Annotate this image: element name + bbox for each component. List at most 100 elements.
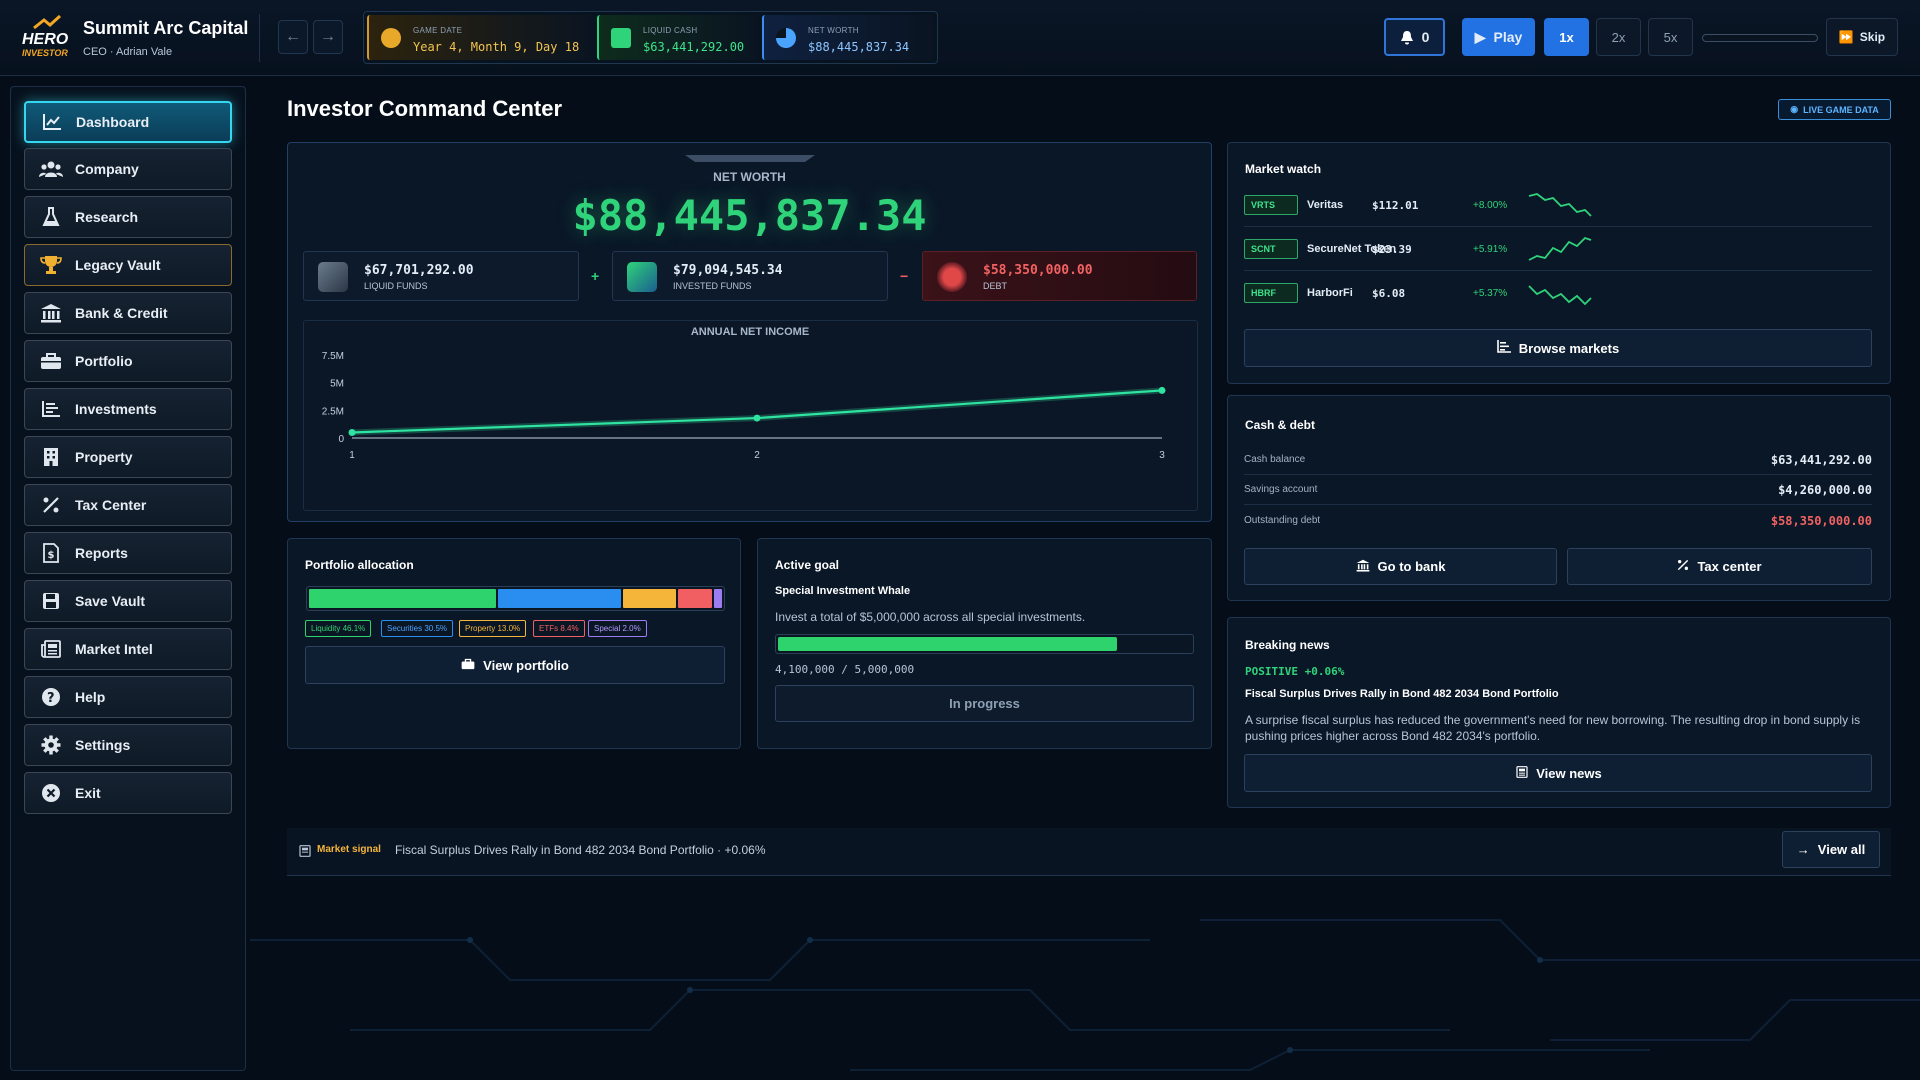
sidebar-item-property[interactable]: Property xyxy=(24,436,232,478)
trophy-icon xyxy=(39,253,63,277)
tax-center-button[interactable]: Tax center xyxy=(1567,548,1872,585)
notifications-button[interactable]: 0 xyxy=(1384,18,1445,56)
allocation-segment xyxy=(623,589,676,608)
income-point xyxy=(1158,386,1166,394)
liquid-funds-value: $67,701,292.00 xyxy=(364,263,474,278)
news-tag: POSITIVE +0.06% xyxy=(1245,665,1345,678)
portfolio-allocation-panel: Portfolio allocation Liquidity 46.1% Sec… xyxy=(287,538,741,749)
eye-icon: ◉ xyxy=(1790,104,1799,114)
goal-progress-text: 4,100,000 / 5,000,000 xyxy=(775,663,915,676)
tax-center-label: Tax center xyxy=(1697,559,1762,574)
speed-1x-button[interactable]: 1x xyxy=(1544,18,1589,56)
sparkline xyxy=(1528,193,1592,217)
market-row[interactable]: SCNT SecureNet Token $23.39 +5.91% xyxy=(1244,227,1872,271)
sidebar-item-company[interactable]: Company xyxy=(24,148,232,190)
y-tick-label: 7.5M xyxy=(322,351,344,362)
sidebar-item-help[interactable]: ? Help xyxy=(24,676,232,718)
market-row[interactable]: VRTS Veritas $112.01 +8.00% xyxy=(1244,183,1872,227)
sidebar-item-reports[interactable]: $ Reports xyxy=(24,532,232,574)
sidebar-item-dashboard[interactable]: Dashboard xyxy=(24,101,232,143)
go-to-bank-button[interactable]: Go to bank xyxy=(1244,548,1557,585)
play-icon: ▶ xyxy=(1474,28,1486,45)
fast-forward-icon: ⏩ xyxy=(1838,30,1854,44)
live-data-badge: ◉ LIVE GAME DATA xyxy=(1778,99,1891,120)
sidebar-item-label: Property xyxy=(75,449,133,465)
ticker-badge: HBRF xyxy=(1244,283,1298,303)
view-portfolio-button[interactable]: View portfolio xyxy=(305,646,725,684)
forward-button[interactable]: → xyxy=(313,20,343,54)
sparkline xyxy=(1528,285,1592,306)
sidebar-item-save-vault[interactable]: Save Vault xyxy=(24,580,232,622)
debt-row-value: $58,350,000.00 xyxy=(1770,514,1872,528)
liquid-funds-card: $67,701,292.00 LIQUID FUNDS xyxy=(303,251,579,301)
wallet-icon xyxy=(611,28,631,48)
savings-value: $4,260,000.00 xyxy=(1778,483,1872,497)
speed-2x-button[interactable]: 2x xyxy=(1596,18,1641,56)
dollar-file-icon: $ xyxy=(39,541,63,565)
pie-icon xyxy=(776,28,796,48)
panel-notch xyxy=(685,155,815,162)
stock-name: Veritas xyxy=(1307,199,1344,211)
skip-button[interactable]: ⏩ Skip xyxy=(1826,18,1898,56)
close-icon xyxy=(39,781,63,805)
stock-change: +5.37% xyxy=(1473,288,1508,299)
market-row[interactable]: HBRF HarborFi $6.08 +5.37% xyxy=(1244,271,1872,315)
sidebar-item-investments[interactable]: Investments xyxy=(24,388,232,430)
browse-markets-label: Browse markets xyxy=(1518,340,1620,356)
arrow-right-icon: → xyxy=(1796,842,1810,857)
news-title: Breaking news xyxy=(1245,638,1330,652)
sidebar-item-bank-credit[interactable]: Bank & Credit xyxy=(24,292,232,334)
x-tick-label: 3 xyxy=(1159,450,1165,461)
browse-markets-button[interactable]: Browse markets xyxy=(1244,329,1872,367)
market-signal-text: Fiscal Surplus Drives Rally in Bond 482 … xyxy=(395,843,766,857)
play-button[interactable]: ▶ Play xyxy=(1462,18,1535,56)
sidebar-item-market-intel[interactable]: Market Intel xyxy=(24,628,232,670)
sidebar-item-exit[interactable]: Exit xyxy=(24,772,232,814)
invested-funds-value: $79,094,545.34 xyxy=(673,263,783,278)
sidebar-item-tax-center[interactable]: Tax Center xyxy=(24,484,232,526)
sidebar-item-label: Bank & Credit xyxy=(75,305,168,321)
sidebar-item-label: Legacy Vault xyxy=(75,257,161,273)
percent-icon xyxy=(39,493,63,517)
stock-change: +8.00% xyxy=(1473,200,1508,211)
goal-name: Special Investment Whale xyxy=(775,585,911,597)
net-worth-label: NET WORTH xyxy=(808,26,859,35)
news-body: A surprise fiscal surplus has reduced th… xyxy=(1245,713,1861,743)
income-chart-card: ANNUAL NET INCOME 0 2.5M 5M 7.5M 1 2 3 xyxy=(303,320,1198,511)
sidebar-item-label: Help xyxy=(75,689,106,705)
sidebar-item-settings[interactable]: Settings xyxy=(24,724,232,766)
savings-row: Savings account $4,260,000.00 xyxy=(1244,475,1872,505)
sidebar-item-label: Company xyxy=(75,161,139,177)
allocation-title: Portfolio allocation xyxy=(305,558,414,572)
bank-icon xyxy=(39,301,63,325)
sidebar-item-label: Reports xyxy=(75,545,128,561)
game-date-stat: GAME DATE Year 4, Month 9, Day 18 xyxy=(367,15,594,60)
savings-label: Savings account xyxy=(1244,484,1318,495)
speed-5x-button[interactable]: 5x xyxy=(1648,18,1693,56)
sidebar-item-label: Save Vault xyxy=(75,593,146,609)
users-icon xyxy=(39,157,63,181)
ticker-badge: SCNT xyxy=(1244,239,1298,259)
liquid-cash-value: $63,441,292.00 xyxy=(643,40,745,54)
view-all-button[interactable]: → View all xyxy=(1782,831,1880,868)
top-bar: HERO INVESTOR Summit Arc Capital CEO · A… xyxy=(0,0,1920,76)
legend-etfs: ETFs 8.4% xyxy=(533,620,585,637)
debt-label: DEBT xyxy=(983,281,1008,291)
allocation-bar xyxy=(306,586,725,611)
net-worth-stat: NET WORTH $88,445,837.34 xyxy=(762,15,934,60)
sidebar-item-legacy-vault[interactable]: Legacy Vault xyxy=(24,244,232,286)
ceo-name: CEO · Adrian Vale xyxy=(83,46,173,58)
divider xyxy=(259,14,260,62)
view-news-button[interactable]: View news xyxy=(1244,754,1872,792)
sidebar-item-portfolio[interactable]: Portfolio xyxy=(24,340,232,382)
goal-progress-fill xyxy=(778,637,1117,651)
goal-status-button[interactable]: In progress xyxy=(775,685,1194,722)
sidebar-item-research[interactable]: Research xyxy=(24,196,232,238)
time-progress-track[interactable] xyxy=(1702,34,1818,42)
y-tick-label: 2.5M xyxy=(322,406,344,417)
income-line-glow xyxy=(351,387,1163,436)
briefcase-icon xyxy=(39,349,63,373)
view-news-label: View news xyxy=(1536,765,1602,781)
back-button[interactable]: ← xyxy=(278,20,308,54)
chart-line-icon xyxy=(40,110,64,134)
